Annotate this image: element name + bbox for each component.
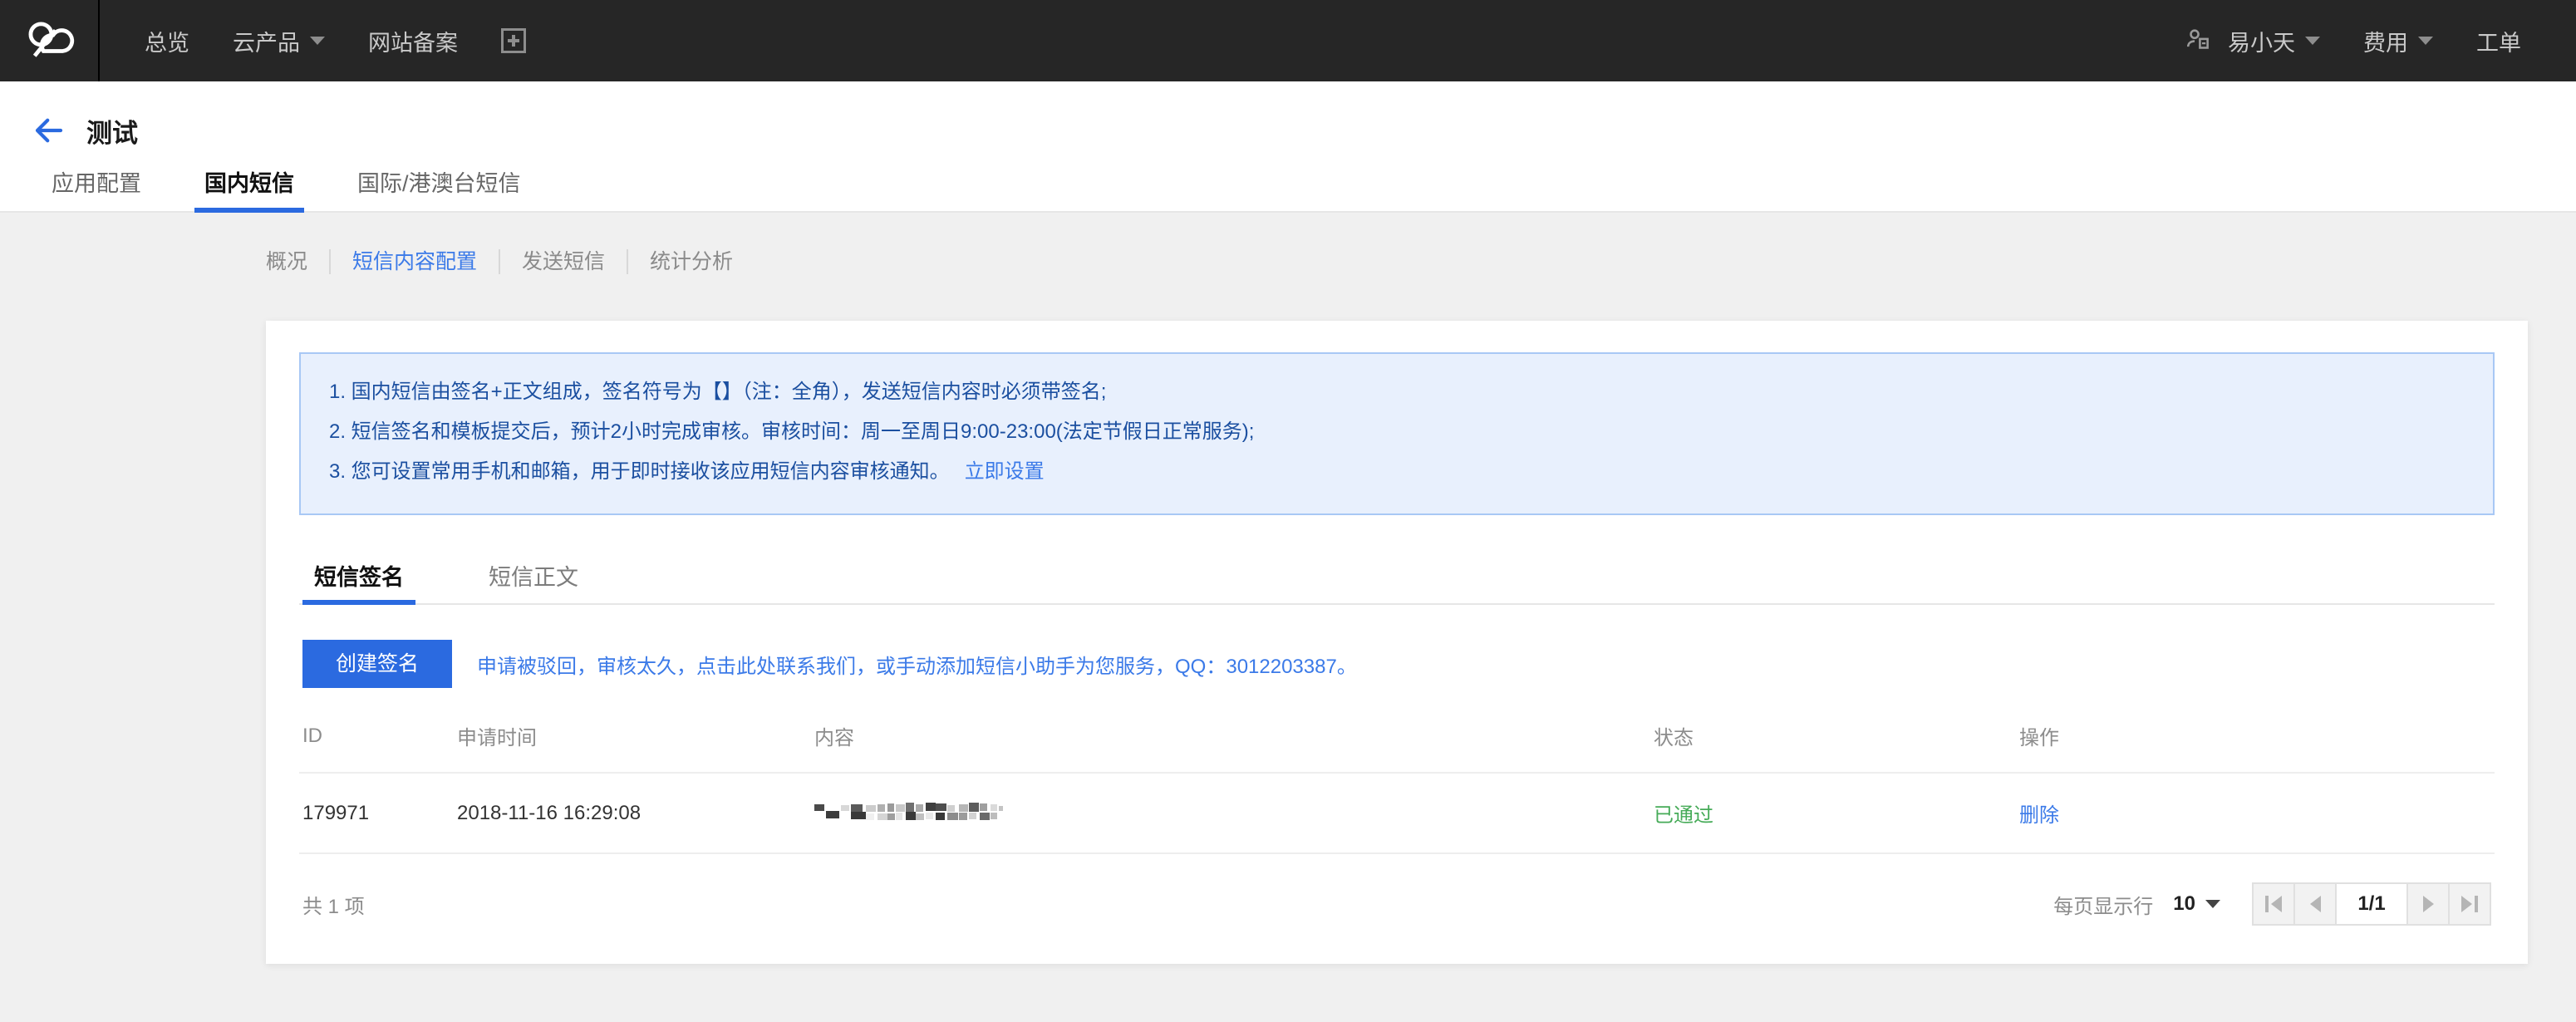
content-card: 1. 国内短信由签名+正文组成，签名符号为【】（注：全角），发送短信内容时必须带… xyxy=(266,321,2528,964)
current-page-indicator: 1/1 xyxy=(2335,882,2408,926)
inner-tab-sms-signature[interactable]: 短信签名 xyxy=(302,559,415,605)
action-bar: 创建签名 申请被驳回，审核太久，点击此处联系我们，或手动添加短信小助手为您服务，… xyxy=(299,640,2495,688)
cell-action: 删除 xyxy=(2019,773,2495,854)
inner-tab-label: 短信签名 xyxy=(314,565,404,590)
last-page-icon xyxy=(2461,896,2478,912)
total-count-label: 共 1 项 xyxy=(302,895,365,918)
sub-navigation: 概况 短信内容配置 发送短信 统计分析 xyxy=(0,213,2576,283)
prev-page-button[interactable] xyxy=(2293,882,2337,926)
top-nav-label: 总览 xyxy=(145,30,189,56)
last-page-button[interactable] xyxy=(2448,882,2491,926)
top-nav-item-cloud-products[interactable]: 云产品 xyxy=(211,0,347,81)
top-nav-item-tickets[interactable]: 工单 xyxy=(2455,0,2543,81)
top-nav-item-icp-filing[interactable]: 网站备案 xyxy=(347,0,479,81)
status-badge: 已通过 xyxy=(1654,804,1713,827)
notice-line-2: 2. 短信签名和模板提交后，预计2小时完成审核。审核时间：周一至周日9:00-2… xyxy=(329,420,1255,443)
inner-tabs: 短信签名 短信正文 xyxy=(299,555,2495,605)
next-page-button[interactable] xyxy=(2406,882,2450,926)
subnav-item-statistics[interactable]: 统计分析 xyxy=(628,248,755,276)
column-header-action: 操作 xyxy=(2019,721,2495,774)
table-header-row: ID 申请时间 内容 状态 操作 xyxy=(299,721,2495,774)
subnav-item-sms-content-config[interactable]: 短信内容配置 xyxy=(331,248,499,276)
chevron-down-icon xyxy=(2418,37,2433,45)
back-arrow-icon[interactable] xyxy=(32,113,66,148)
top-nav-label: 网站备案 xyxy=(368,30,458,56)
user-icon xyxy=(2186,29,2209,49)
plus-square-icon xyxy=(501,28,526,53)
inner-tab-label: 短信正文 xyxy=(489,565,578,590)
top-nav-items: 总览 云产品 网站备案 xyxy=(100,0,548,81)
tab-international-sms[interactable]: 国际/港澳台短信 xyxy=(337,165,541,211)
notice-line-3: 3. 您可设置常用手机和邮箱，用于即时接收该应用短信内容审核通知。 立即设置 xyxy=(329,452,2465,492)
next-page-icon xyxy=(2422,896,2434,912)
notice-line-3-text: 3. 您可设置常用手机和邮箱，用于即时接收该应用短信内容审核通知。 xyxy=(329,460,950,483)
pagination-buttons: 1/1 xyxy=(2252,882,2491,926)
first-page-button[interactable] xyxy=(2252,882,2295,926)
top-nav-right-group: 易小天 费用 工单 xyxy=(2163,0,2576,81)
setup-now-link[interactable]: 立即设置 xyxy=(965,460,1045,483)
delete-link[interactable]: 删除 xyxy=(2019,804,2059,827)
main-tabs: 应用配置 国内短信 国际/港澳台短信 xyxy=(0,155,2576,213)
tab-label: 国内短信 xyxy=(204,171,294,196)
subnav-label: 发送短信 xyxy=(522,249,606,273)
signature-table: ID 申请时间 内容 状态 操作 179971 2018-11-16 16:29… xyxy=(299,721,2495,854)
inner-tab-sms-body[interactable]: 短信正文 xyxy=(477,559,590,603)
page-header: 测试 应用配置 国内短信 国际/港澳台短信 xyxy=(0,81,2576,213)
cell-apply-time: 2018-11-16 16:29:08 xyxy=(457,773,814,854)
first-page-icon xyxy=(2265,896,2282,912)
top-nav-item-overview[interactable]: 总览 xyxy=(123,0,211,81)
brand-logo[interactable] xyxy=(0,0,100,81)
mosaic-redaction-icon xyxy=(814,802,1003,820)
create-signature-button[interactable]: 创建签名 xyxy=(302,640,453,688)
chevron-down-icon xyxy=(2205,900,2220,908)
subnav-label: 概况 xyxy=(266,249,308,273)
top-navigation-bar: 总览 云产品 网站备案 易小天 费用 工单 xyxy=(0,0,2576,81)
notice-line-1: 1. 国内短信由签名+正文组成，签名符号为【】（注：全角），发送短信内容时必须带… xyxy=(329,381,1107,403)
tab-domestic-sms[interactable]: 国内短信 xyxy=(184,165,314,213)
top-nav-label: 云产品 xyxy=(233,30,300,56)
subnav-label: 短信内容配置 xyxy=(352,249,478,273)
top-nav-item-billing[interactable]: 费用 xyxy=(2342,0,2455,81)
table-footer: 共 1 项 每页显示行 10 1/1 xyxy=(299,854,2495,926)
table-row: 179971 2018-11-16 16:29:08 已通过 删除 xyxy=(299,773,2495,854)
cloud-logo-icon xyxy=(28,22,75,57)
page-size-label: 每页显示行 xyxy=(2053,895,2154,918)
cell-id: 179971 xyxy=(299,773,457,854)
top-nav-label: 工单 xyxy=(2476,30,2521,56)
prev-page-icon xyxy=(2309,896,2321,912)
column-header-apply-time: 申请时间 xyxy=(457,721,814,774)
top-nav-user-menu[interactable]: 易小天 xyxy=(2163,0,2342,81)
table-body: 179971 2018-11-16 16:29:08 已通过 删除 xyxy=(299,773,2495,854)
page-size-select[interactable]: 10 xyxy=(2173,892,2220,916)
page-size-value: 10 xyxy=(2173,892,2195,915)
info-notice-panel: 1. 国内短信由签名+正文组成，签名符号为【】（注：全角），发送短信内容时必须带… xyxy=(299,352,2495,515)
subnav-item-overview[interactable]: 概况 xyxy=(266,248,329,276)
tab-app-config[interactable]: 应用配置 xyxy=(32,165,161,211)
table-head: ID 申请时间 内容 状态 操作 xyxy=(299,721,2495,774)
tab-label: 国际/港澳台短信 xyxy=(357,171,521,196)
column-header-id: ID xyxy=(299,721,457,774)
chevron-down-icon xyxy=(310,37,325,45)
tab-label: 应用配置 xyxy=(52,171,141,196)
subnav-item-send-sms[interactable]: 发送短信 xyxy=(500,248,627,276)
column-header-content: 内容 xyxy=(814,721,1654,774)
top-nav-add-button[interactable] xyxy=(479,0,548,81)
cell-status: 已通过 xyxy=(1654,773,2019,854)
page-header-inner: 测试 xyxy=(0,106,2576,155)
subnav-label: 统计分析 xyxy=(650,249,734,273)
page-title: 测试 xyxy=(86,118,138,148)
top-nav-label: 费用 xyxy=(2363,30,2408,56)
column-header-status: 状态 xyxy=(1654,721,2019,774)
cell-content xyxy=(814,773,1654,854)
support-hint-link[interactable]: 申请被驳回，审核太久，点击此处联系我们，或手动添加短信小助手为您服务，QQ：30… xyxy=(477,650,1357,679)
user-name-label: 易小天 xyxy=(2228,30,2295,56)
pagination: 每页显示行 10 1/1 xyxy=(2053,882,2491,926)
chevron-down-icon xyxy=(2305,37,2320,45)
